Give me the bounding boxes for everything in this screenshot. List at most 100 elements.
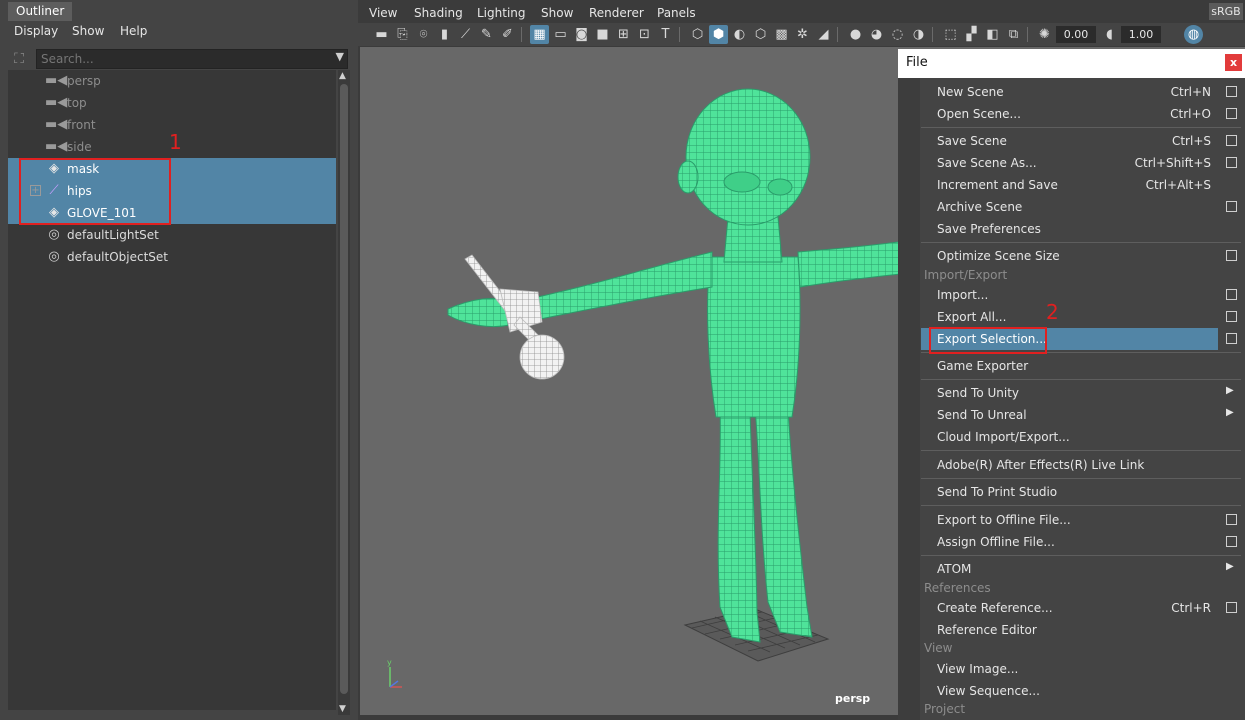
- menu-show[interactable]: Show: [541, 6, 573, 20]
- scroll-thumb[interactable]: [340, 84, 348, 694]
- option-box-icon[interactable]: [1226, 108, 1237, 119]
- menu-view[interactable]: View: [369, 6, 397, 20]
- screen-space-ao-icon[interactable]: ●: [846, 25, 865, 44]
- option-box-icon[interactable]: [1226, 86, 1237, 97]
- menu-renderer[interactable]: Renderer: [589, 6, 644, 20]
- gamma-icon[interactable]: ◖: [1100, 25, 1119, 44]
- resolution-gate-icon[interactable]: ◙: [572, 25, 591, 44]
- menu-help[interactable]: Help: [120, 24, 147, 38]
- option-box-icon[interactable]: [1226, 311, 1237, 322]
- shadows-icon[interactable]: ◢: [814, 25, 833, 44]
- film-gate-icon[interactable]: ▭: [551, 25, 570, 44]
- menu-item-archive-scene[interactable]: Archive Scene: [921, 196, 1241, 218]
- smooth-shade-icon[interactable]: ⬢: [709, 25, 728, 44]
- menu-item-export-all[interactable]: Export All...: [921, 306, 1241, 328]
- set-icon: ◎: [48, 249, 60, 264]
- menu-display[interactable]: Display: [14, 24, 58, 38]
- menu-item-atom[interactable]: ATOM ▶: [921, 558, 1241, 580]
- camera-attributes-icon[interactable]: ⎘: [393, 25, 412, 44]
- exposure-field[interactable]: 0.00: [1056, 26, 1096, 43]
- menu-lighting[interactable]: Lighting: [477, 6, 526, 20]
- tree-item-label: side: [67, 140, 92, 154]
- wireframe-icon[interactable]: ⬡: [688, 25, 707, 44]
- tree-item-defaultlightset[interactable]: ◎ defaultLightSet: [8, 224, 336, 246]
- tree-item-label: persp: [67, 74, 101, 88]
- menu-item-view-sequence[interactable]: View Sequence...: [921, 680, 1241, 702]
- safe-action-icon[interactable]: ⊡: [635, 25, 654, 44]
- menu-item-send-to-unreal[interactable]: Send To Unreal ▶: [921, 404, 1241, 426]
- grease-pencil-icon[interactable]: ✎: [477, 25, 496, 44]
- default-material-icon[interactable]: ◐: [730, 25, 749, 44]
- safe-title-icon[interactable]: T: [656, 25, 675, 44]
- option-box-icon[interactable]: [1226, 250, 1237, 261]
- menu-item-view-image[interactable]: View Image...: [921, 658, 1241, 680]
- scroll-up-icon[interactable]: ▲: [339, 71, 346, 81]
- menu-item-assign-offline[interactable]: Assign Offline File...: [921, 531, 1241, 553]
- menu-item-game-exporter[interactable]: Game Exporter: [921, 355, 1241, 377]
- menu-item-open-scene[interactable]: Open Scene... Ctrl+O: [921, 103, 1241, 125]
- lights-icon[interactable]: ✲: [793, 25, 812, 44]
- option-box-icon[interactable]: [1226, 602, 1237, 613]
- option-box-icon[interactable]: [1226, 333, 1237, 344]
- tree-item-persp[interactable]: ▬◀ persp: [8, 70, 336, 92]
- xray-joints-icon[interactable]: ◧: [983, 25, 1002, 44]
- camera-lock-icon[interactable]: ⌾: [414, 25, 433, 44]
- tree-item-top[interactable]: ▬◀ top: [8, 92, 336, 114]
- xray-icon[interactable]: ▞: [962, 25, 981, 44]
- menu-item-send-to-unity[interactable]: Send To Unity ▶: [921, 382, 1241, 404]
- menu-shading[interactable]: Shading: [414, 6, 463, 20]
- option-box-icon[interactable]: [1226, 289, 1237, 300]
- xray-components-icon[interactable]: ⧉: [1004, 25, 1023, 44]
- outliner-search-input[interactable]: [36, 49, 348, 69]
- color-management-icon[interactable]: ◍: [1184, 25, 1203, 44]
- wireframe-on-shaded-icon[interactable]: ⬡: [751, 25, 770, 44]
- search-dropdown-icon[interactable]: ▼: [336, 50, 344, 63]
- menu-item-label: Save Scene As...: [937, 156, 1037, 170]
- outliner-scrollbar[interactable]: ▲ ▼: [338, 70, 350, 715]
- depth-of-field-icon[interactable]: ◑: [909, 25, 928, 44]
- file-menu-titlebar: File x: [898, 49, 1245, 78]
- menu-item-new-scene[interactable]: New Scene Ctrl+N: [921, 81, 1241, 103]
- anti-aliasing-icon[interactable]: ◌: [888, 25, 907, 44]
- bookmark-icon[interactable]: ▮: [435, 25, 454, 44]
- select-camera-icon[interactable]: ▬: [372, 25, 391, 44]
- textured-icon[interactable]: ▩: [772, 25, 791, 44]
- menu-item-export-offline[interactable]: Export to Offline File...: [921, 509, 1241, 531]
- menu-item-label: Send To Unity: [937, 386, 1020, 400]
- option-box-icon[interactable]: [1226, 135, 1237, 146]
- menu-item-label: Adobe(R) After Effects(R) Live Link: [937, 458, 1145, 472]
- menu-item-create-reference[interactable]: Create Reference... Ctrl+R: [921, 597, 1241, 619]
- option-box-icon[interactable]: [1226, 536, 1237, 547]
- exposure-icon[interactable]: ✺: [1035, 25, 1054, 44]
- option-box-icon[interactable]: [1226, 514, 1237, 525]
- menu-item-print-studio[interactable]: Send To Print Studio: [921, 481, 1241, 503]
- field-chart-icon[interactable]: ⊞: [614, 25, 633, 44]
- menu-icon-gutter: [898, 78, 920, 720]
- isolate-select-icon[interactable]: ⬚: [941, 25, 960, 44]
- menu-item-import[interactable]: Import...: [921, 284, 1241, 306]
- option-box-icon[interactable]: [1226, 201, 1237, 212]
- motion-blur-icon[interactable]: ◕: [867, 25, 886, 44]
- menu-item-save-scene[interactable]: Save Scene Ctrl+S: [921, 130, 1241, 152]
- gamma-field[interactable]: 1.00: [1121, 26, 1161, 43]
- scroll-down-icon[interactable]: ▼: [339, 704, 346, 714]
- color-space-dropdown[interactable]: sRGB: [1209, 3, 1243, 20]
- menu-item-save-preferences[interactable]: Save Preferences: [921, 218, 1241, 240]
- grid-icon[interactable]: ▦: [530, 25, 549, 44]
- menu-item-increment-save[interactable]: Increment and Save Ctrl+Alt+S: [921, 174, 1241, 196]
- search-options-icon[interactable]: ⛶: [10, 50, 28, 68]
- gate-mask-icon[interactable]: ■: [593, 25, 612, 44]
- outliner-tab[interactable]: Outliner: [8, 2, 73, 21]
- menu-item-reference-editor[interactable]: Reference Editor: [921, 619, 1241, 641]
- menu-panels[interactable]: Panels: [657, 6, 696, 20]
- pencil-icon[interactable]: ✐: [498, 25, 517, 44]
- image-plane-icon[interactable]: ⟋: [456, 25, 475, 44]
- menu-item-cloud-import-export[interactable]: Cloud Import/Export...: [921, 426, 1241, 448]
- close-icon[interactable]: x: [1225, 54, 1242, 71]
- menu-item-after-effects[interactable]: Adobe(R) After Effects(R) Live Link: [921, 454, 1241, 476]
- menu-item-save-scene-as[interactable]: Save Scene As... Ctrl+Shift+S: [921, 152, 1241, 174]
- tree-item-defaultobjectset[interactable]: ◎ defaultObjectSet: [8, 246, 336, 268]
- option-box-icon[interactable]: [1226, 157, 1237, 168]
- menu-show[interactable]: Show: [72, 24, 104, 38]
- menu-item-optimize-scene[interactable]: Optimize Scene Size: [921, 245, 1241, 267]
